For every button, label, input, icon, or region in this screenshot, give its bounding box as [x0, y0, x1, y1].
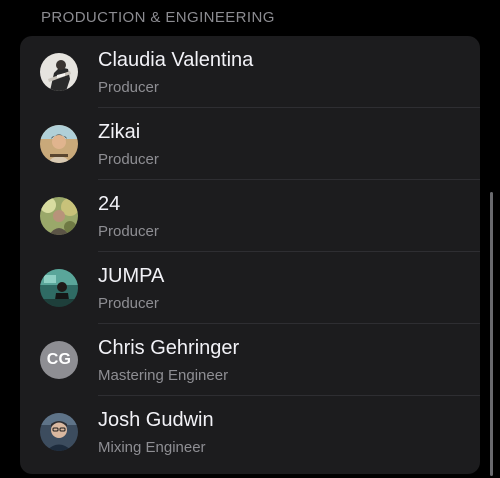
avatar	[40, 125, 78, 163]
list-item[interactable]: Claudia Valentina Producer	[20, 36, 480, 108]
section-header: PRODUCTION & ENGINEERING	[41, 9, 275, 26]
list-item[interactable]: 24 Producer	[20, 180, 480, 252]
list-item[interactable]: JUMPA Producer	[20, 252, 480, 324]
person-role: Mastering Engineer	[98, 367, 229, 384]
avatar	[40, 53, 78, 91]
person-name: Josh Gudwin	[98, 409, 214, 431]
person-name: Claudia Valentina	[98, 49, 254, 71]
avatar	[40, 197, 78, 235]
person-name: JUMPA	[98, 265, 165, 287]
list-item[interactable]: Josh Gudwin Mixing Engineer	[20, 396, 480, 468]
avatar	[40, 413, 78, 451]
scrollbar[interactable]	[490, 192, 493, 476]
person-role: Producer	[98, 295, 159, 312]
list-item[interactable]: CG Chris Gehringer Mastering Engineer	[20, 324, 480, 396]
avatar	[40, 269, 78, 307]
person-name: 24	[98, 193, 121, 215]
person-role: Producer	[98, 79, 159, 96]
person-role: Producer	[98, 151, 159, 168]
credits-page: PRODUCTION & ENGINEERING Claudia Valenti…	[0, 0, 500, 478]
list-item[interactable]: Zikai Producer	[20, 108, 480, 180]
person-name: Chris Gehringer	[98, 337, 240, 359]
person-name: Zikai	[98, 121, 141, 143]
person-role: Producer	[98, 223, 159, 240]
credits-list: Claudia Valentina Producer Zikai Produce…	[20, 36, 480, 474]
initials-avatar: CG	[40, 341, 78, 379]
person-role: Mixing Engineer	[98, 439, 206, 456]
